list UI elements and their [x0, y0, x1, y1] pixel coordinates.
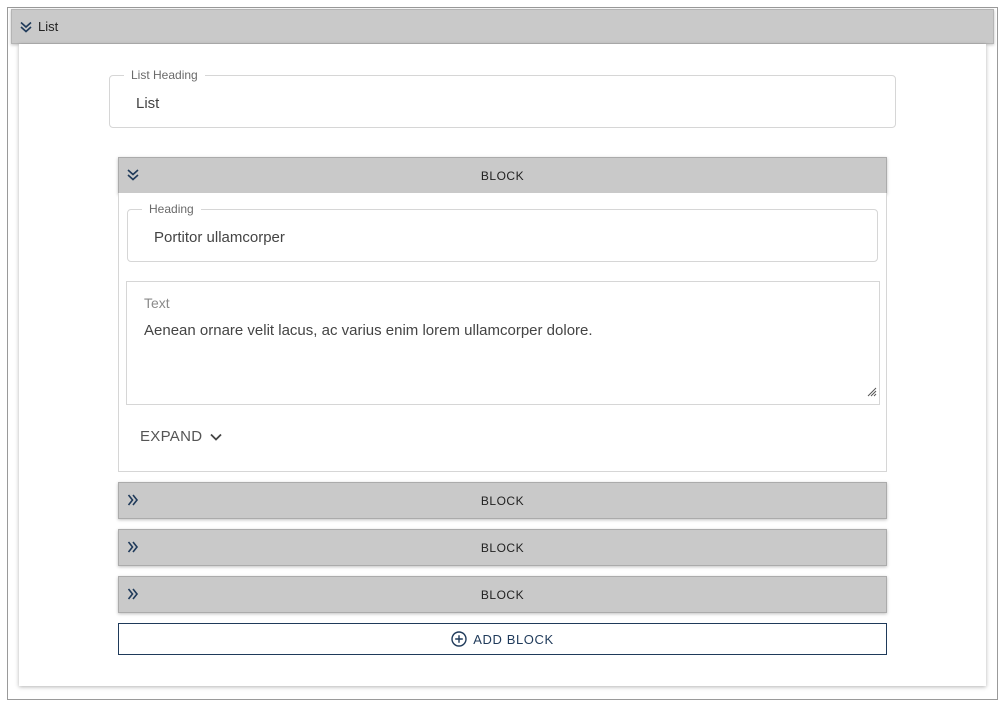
- expand-label: EXPAND: [140, 428, 203, 445]
- list-section-header[interactable]: List: [11, 9, 994, 44]
- chevron-down-icon: [210, 433, 223, 441]
- plus-circle-icon: [451, 631, 467, 647]
- block-header-1[interactable]: BLOCK: [118, 157, 887, 194]
- list-heading-value: List: [136, 95, 160, 112]
- block-header-4[interactable]: BLOCK: [118, 576, 887, 613]
- double-chevron-down-icon: [20, 21, 32, 33]
- text-value: Aenean ornare velit lacus, ac varius eni…: [144, 322, 593, 339]
- heading-value: Portitor ullamcorper: [154, 229, 285, 246]
- block-header-3[interactable]: BLOCK: [118, 529, 887, 566]
- double-chevron-right-icon: [127, 493, 139, 507]
- double-chevron-right-icon: [127, 587, 139, 601]
- block-title: BLOCK: [480, 540, 525, 555]
- block-header-2[interactable]: BLOCK: [118, 482, 887, 519]
- block-title: BLOCK: [480, 587, 525, 602]
- add-block-button[interactable]: ADD BLOCK: [118, 623, 887, 655]
- list-heading-label: List Heading: [124, 68, 205, 82]
- block-title: BLOCK: [480, 168, 525, 183]
- block-title: BLOCK: [480, 493, 525, 508]
- expand-button[interactable]: EXPAND: [140, 428, 223, 445]
- list-heading-field[interactable]: List Heading List: [109, 68, 896, 128]
- double-chevron-down-icon: [127, 168, 139, 182]
- heading-label: Heading: [142, 202, 201, 216]
- double-chevron-right-icon: [127, 540, 139, 554]
- text-field[interactable]: Text Aenean ornare velit lacus, ac variu…: [126, 281, 880, 405]
- add-block-label: ADD BLOCK: [473, 631, 554, 647]
- text-label: Text: [144, 295, 170, 311]
- resize-handle-icon[interactable]: [865, 384, 877, 402]
- heading-field[interactable]: Heading Portitor ullamcorper: [127, 202, 878, 262]
- list-section-title: List: [38, 19, 59, 34]
